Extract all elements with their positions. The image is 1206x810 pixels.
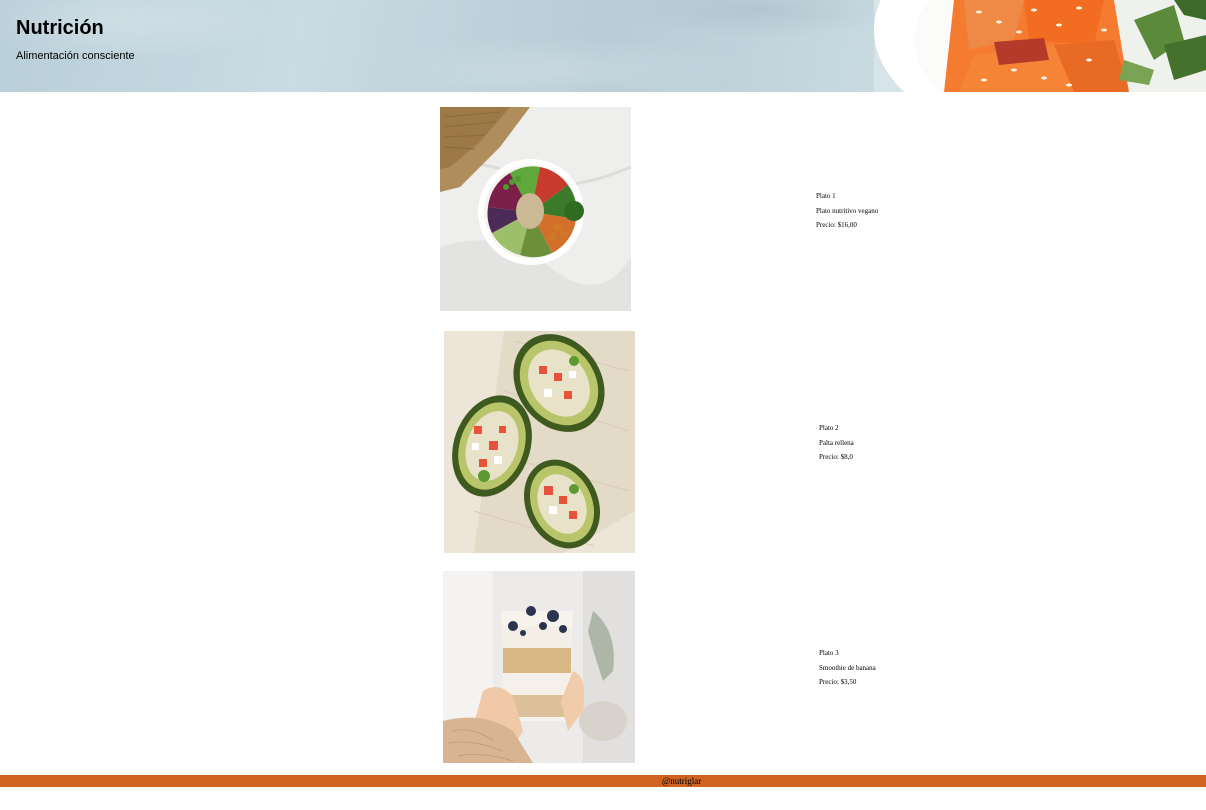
product-price: Precio: $16,00 (816, 221, 857, 229)
social-handle-link[interactable]: @nutriglar (662, 775, 701, 787)
product-description: Plato nutritivo vegano (816, 206, 879, 215)
product-price: Precio: $8,0 (819, 453, 853, 461)
footer: @nutriglar (0, 775, 1206, 787)
product-name: Plato 2 (819, 424, 839, 432)
stuffed-avocado-image (444, 331, 635, 553)
page-subtitle: Alimentación consciente (16, 50, 135, 62)
product-description: Palta rellena (819, 438, 854, 447)
banana-smoothie-image (443, 571, 635, 763)
vegan-bowl-image (440, 107, 631, 311)
product-name: Plato 1 (816, 192, 836, 200)
product-description: Smoothie de banana (819, 663, 876, 672)
product-info-3: Plato 3 Smoothie de banana Precio: $3,50 (819, 646, 876, 690)
product-info-1: Plato 1 Plato nutritivo vegano Precio: $… (816, 189, 878, 233)
header-banner: Nutrición Alimentación consciente (0, 0, 1206, 92)
product-info-2: Plato 2 Palta rellena Precio: $8,0 (819, 421, 854, 465)
page-title: Nutrición (16, 17, 104, 39)
salmon-bowl-image (874, 0, 1206, 92)
product-name: Plato 3 (819, 649, 839, 657)
product-price: Precio: $3,50 (819, 678, 857, 686)
